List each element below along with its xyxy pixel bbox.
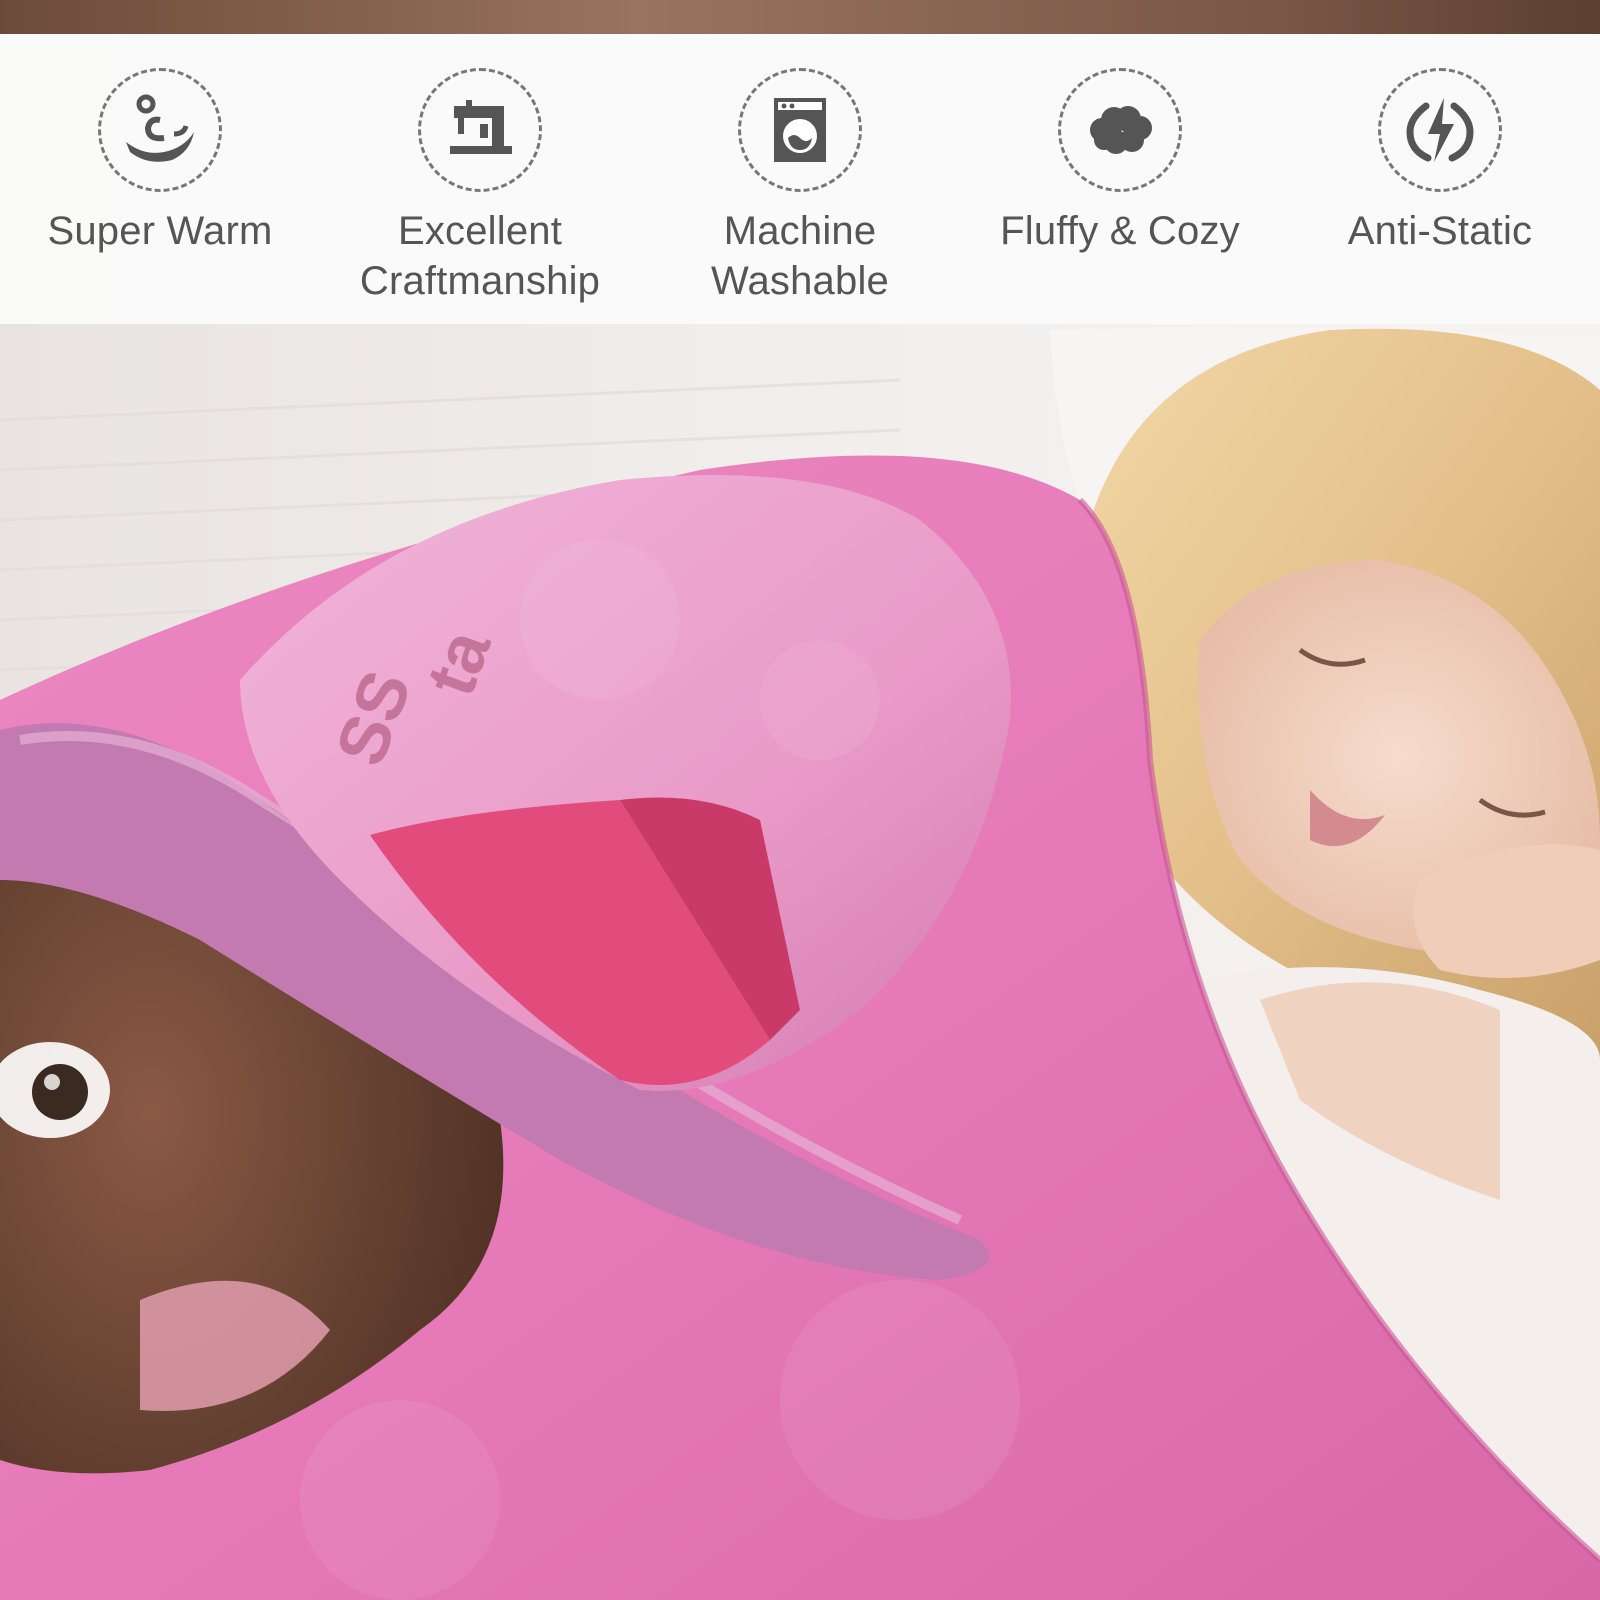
washing-machine-icon [738, 68, 862, 192]
washing-machine-icon-graphic [774, 98, 826, 162]
warm-swirl-icon-graphic [126, 94, 194, 162]
top-background-strip [0, 0, 1600, 34]
feature-machine-washable: Machine Washable [660, 68, 940, 306]
feature-label: Excellent Craftmanship [359, 209, 601, 303]
sewing-machine-icon-graphic [450, 100, 512, 154]
feature-excellent-craftmanship: Excellent Craftmanship [340, 68, 620, 306]
feature-label: Machine Washable [711, 209, 889, 303]
cloud-icon [1058, 68, 1182, 192]
lightning-icon [1378, 68, 1502, 192]
warm-swirl-icon [98, 68, 222, 192]
feature-label: Super Warm [47, 209, 273, 253]
feature-fluffy-cozy: Fluffy & Cozy [980, 68, 1260, 256]
feature-super-warm: Super Warm [20, 68, 300, 256]
cloud-icon-graphic [1090, 106, 1152, 154]
feature-label: Anti-Static [1347, 209, 1533, 253]
feature-anti-static: Anti-Static [1300, 68, 1580, 256]
feature-label: Fluffy & Cozy [1000, 209, 1240, 253]
lightning-icon-graphic [1406, 98, 1474, 162]
sewing-machine-icon [418, 68, 542, 192]
